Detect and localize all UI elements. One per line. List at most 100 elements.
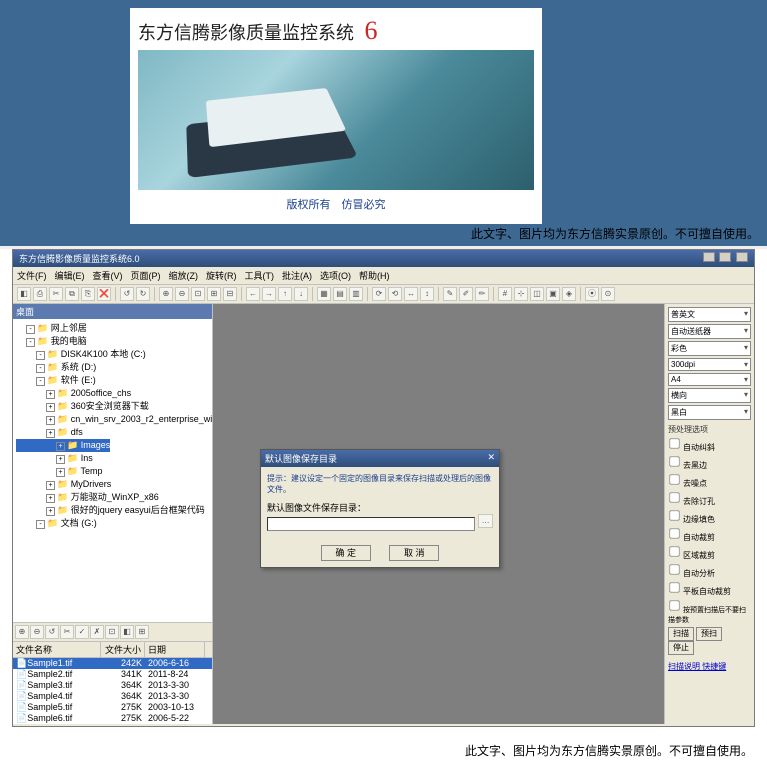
menu-item[interactable]: 旋转(R): [206, 271, 237, 281]
tree-item[interactable]: -📁 系统 (D:): [16, 361, 209, 374]
toolbar-button[interactable]: ▥: [349, 287, 363, 301]
tree-item[interactable]: +📁 360安全浏览器下载: [16, 400, 209, 413]
checkbox-option[interactable]: 边缘填色: [668, 509, 751, 525]
tree-item[interactable]: +📁 cn_win_srv_2003_r2_enterprise_with_sp…: [16, 413, 209, 426]
file-row[interactable]: 📄Sample4.tif364K2013-3-30: [13, 691, 212, 702]
checkbox-option[interactable]: 区域裁剪: [668, 545, 751, 561]
toolbar-button[interactable]: ✂: [49, 287, 63, 301]
toolbar-button[interactable]: ↺: [120, 287, 134, 301]
flat-checkbox[interactable]: 平板自动裁剪: [668, 581, 751, 597]
cancel-button[interactable]: 取 消: [389, 545, 439, 561]
toolbar-button[interactable]: ↔: [404, 287, 418, 301]
toolbar-button[interactable]: ↑: [278, 287, 292, 301]
toolbar-button[interactable]: ⊙: [601, 287, 615, 301]
toolbar-button[interactable]: ⟳: [372, 287, 386, 301]
toolbar-button[interactable]: ⊖: [175, 287, 189, 301]
combo-6[interactable]: 黑白: [668, 405, 751, 420]
menu-item[interactable]: 页面(P): [131, 271, 161, 281]
col-name[interactable]: 文件名称: [13, 642, 101, 657]
tree-toolbar-button[interactable]: ↺: [45, 625, 59, 639]
dir-input[interactable]: [267, 517, 475, 531]
menu-item[interactable]: 帮助(H): [359, 271, 390, 281]
help-links[interactable]: 扫描说明 快捷键: [668, 661, 751, 672]
toolbar-button[interactable]: ↓: [294, 287, 308, 301]
menu-item[interactable]: 工具(T): [245, 271, 275, 281]
toolbar-button[interactable]: ⦿: [585, 287, 599, 301]
tree-toolbar-button[interactable]: ✓: [75, 625, 89, 639]
tree-item[interactable]: -📁 DISK4K100 本地 (C:): [16, 348, 209, 361]
toolbar-button[interactable]: ⧉: [65, 287, 79, 301]
scan-button[interactable]: 扫描: [668, 627, 694, 641]
checkbox-option[interactable]: 自动纠斜: [668, 437, 751, 453]
combo-4[interactable]: A4: [668, 373, 751, 386]
menu-item[interactable]: 编辑(E): [55, 271, 85, 281]
hint-checkbox[interactable]: 按预置扫描后不要扫描参数: [668, 599, 751, 625]
toolbar-button[interactable]: ◫: [530, 287, 544, 301]
col-size[interactable]: 文件大小: [101, 642, 145, 657]
dialog-close-icon[interactable]: ✕: [487, 452, 495, 465]
col-date[interactable]: 日期: [145, 642, 205, 657]
toolbar-button[interactable]: ⊞: [207, 287, 221, 301]
menu-item[interactable]: 查看(V): [93, 271, 123, 281]
tree-toolbar-button[interactable]: ⊞: [135, 625, 149, 639]
menubar[interactable]: 文件(F)编辑(E)查看(V)页面(P)缩放(Z)旋转(R)工具(T)批注(A)…: [13, 267, 754, 285]
tree-toolbar-button[interactable]: ◧: [120, 625, 134, 639]
file-row[interactable]: 📄Sample3.tif364K2013-3-30: [13, 680, 212, 691]
toolbar-button[interactable]: ✐: [459, 287, 473, 301]
toolbar-button[interactable]: ▣: [546, 287, 560, 301]
tree-item[interactable]: -📁 网上邻居: [16, 322, 209, 335]
tree-item[interactable]: +📁 很好的jquery easyui后台框架代码: [16, 504, 209, 517]
file-row[interactable]: 📄Sample1.tif242K2006-6-16: [13, 658, 212, 669]
combo-1[interactable]: 自动送纸器: [668, 324, 751, 339]
menu-item[interactable]: 批注(A): [282, 271, 312, 281]
close-button[interactable]: [736, 252, 748, 262]
folder-tree[interactable]: -📁 网上邻居-📁 我的电脑-📁 DISK4K100 本地 (C:)-📁 系统 …: [13, 319, 212, 622]
file-row[interactable]: 📄Sample2.tif341K2011-8-24: [13, 669, 212, 680]
file-row[interactable]: 📄Sample6.tif275K2006-5-22: [13, 713, 212, 724]
tree-item[interactable]: +📁 Ins: [16, 452, 209, 465]
toolbar-button[interactable]: ↕: [420, 287, 434, 301]
toolbar-button[interactable]: ✏: [475, 287, 489, 301]
tree-item[interactable]: +📁 Temp: [16, 465, 209, 478]
toolbar-button[interactable]: ⎘: [81, 287, 95, 301]
combo-5[interactable]: 横向: [668, 388, 751, 403]
toolbar-button[interactable]: ⎙: [33, 287, 47, 301]
toolbar-button[interactable]: ⊡: [191, 287, 205, 301]
scan-button[interactable]: 预扫: [696, 627, 722, 641]
tree-toolbar-button[interactable]: ⊖: [30, 625, 44, 639]
ok-button[interactable]: 确 定: [321, 545, 371, 561]
toolbar-button[interactable]: →: [262, 287, 276, 301]
combo-2[interactable]: 彩色: [668, 341, 751, 356]
toolbar-button[interactable]: ✎: [443, 287, 457, 301]
menu-item[interactable]: 缩放(Z): [169, 271, 199, 281]
toolbar-button[interactable]: ⊹: [514, 287, 528, 301]
toolbar-button[interactable]: ⟲: [388, 287, 402, 301]
toolbar-button[interactable]: ⊟: [223, 287, 237, 301]
combo-3[interactable]: 300dpi: [668, 358, 751, 371]
toolbar-button[interactable]: ↻: [136, 287, 150, 301]
minimize-button[interactable]: [703, 252, 715, 262]
scan-button[interactable]: 停止: [668, 641, 694, 655]
toolbar-button[interactable]: ❌: [97, 287, 111, 301]
checkbox-option[interactable]: 自动分析: [668, 563, 751, 579]
tree-item[interactable]: +📁 2005office_chs: [16, 387, 209, 400]
tree-item[interactable]: -📁 我的电脑: [16, 335, 209, 348]
toolbar-button[interactable]: ◈: [562, 287, 576, 301]
tree-toolbar-button[interactable]: ⊕: [15, 625, 29, 639]
menu-item[interactable]: 选项(O): [320, 271, 351, 281]
tree-toolbar-button[interactable]: ✗: [90, 625, 104, 639]
checkbox-option[interactable]: 去黑边: [668, 455, 751, 471]
tree-item[interactable]: -📁 文档 (G:): [16, 517, 209, 530]
file-list[interactable]: 文件名称 文件大小 日期 📄Sample1.tif242K2006-6-16📄S…: [13, 641, 212, 724]
tree-item[interactable]: +📁 dfs: [16, 426, 209, 439]
tree-item[interactable]: +📁 Images: [16, 439, 110, 452]
maximize-button[interactable]: [719, 252, 731, 262]
toolbar-button[interactable]: #: [498, 287, 512, 301]
tree-toolbar-button[interactable]: ⊡: [105, 625, 119, 639]
file-row[interactable]: 📄Sample5.tif275K2003-10-13: [13, 702, 212, 713]
toolbar-button[interactable]: ←: [246, 287, 260, 301]
toolbar-button[interactable]: ▤: [333, 287, 347, 301]
tree-item[interactable]: +📁 万能驱动_WinXP_x86: [16, 491, 209, 504]
toolbar-button[interactable]: ▦: [317, 287, 331, 301]
checkbox-option[interactable]: 去除订孔: [668, 491, 751, 507]
